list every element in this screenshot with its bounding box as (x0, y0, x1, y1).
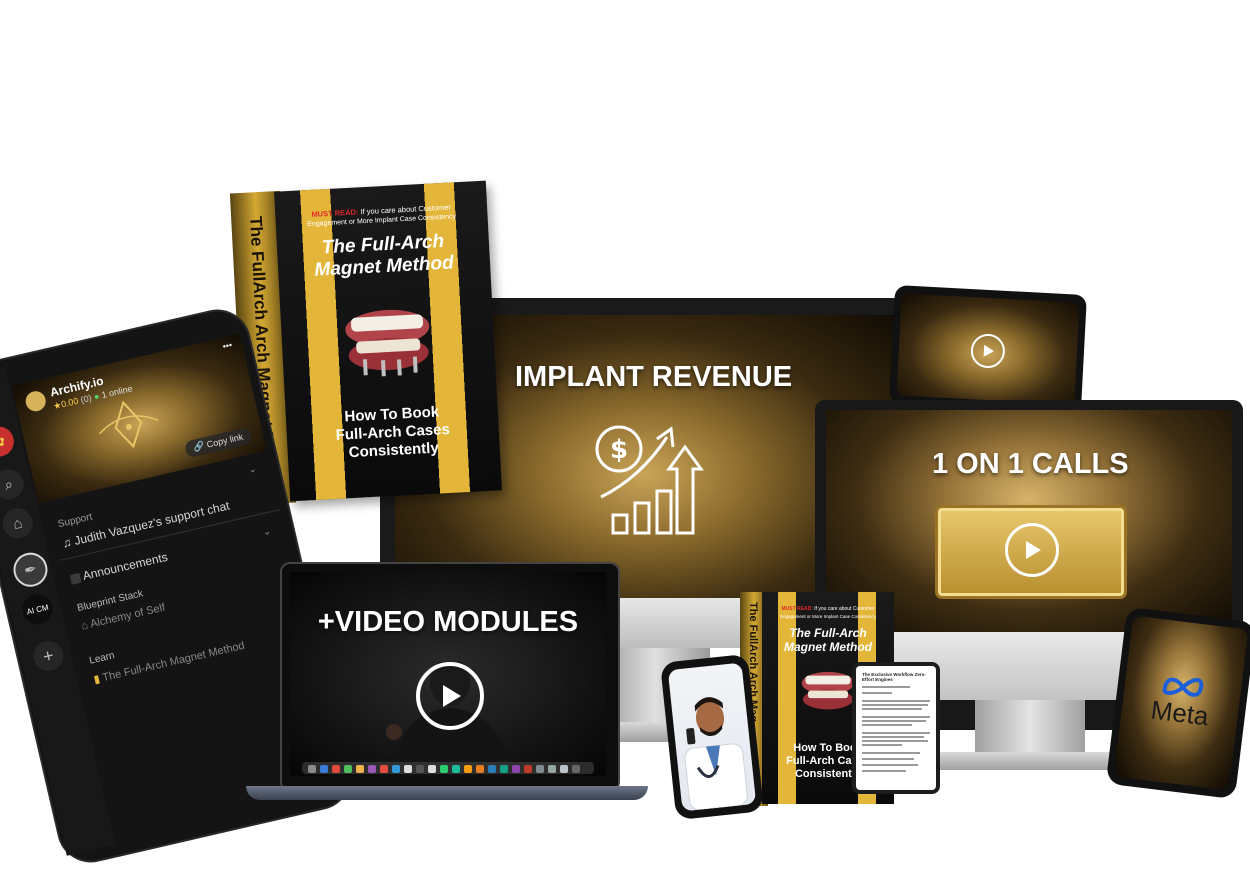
document-line (862, 752, 920, 754)
community-banner: Archify.io ★0.00 (0) ● 1 online ••• 🔗 Co… (11, 333, 267, 504)
implant-revenue-headline: IMPLANT REVENUE (515, 361, 793, 393)
document-line (862, 732, 930, 734)
document-line (862, 740, 928, 742)
document-line (862, 764, 918, 766)
document-line (862, 758, 914, 760)
play-button[interactable] (416, 662, 484, 730)
doctor-photo (684, 697, 748, 811)
meta-wordmark: Meta (1149, 694, 1211, 732)
document-line (862, 720, 926, 722)
document-title: The Exclusive Workflow Zero-Effort Engin… (862, 672, 926, 682)
document-line (862, 708, 922, 710)
learn-course-label: The Full-Arch Magnet Method (101, 639, 246, 685)
bell-icon: ♫ (60, 535, 73, 551)
document-line (862, 716, 930, 718)
ebook-cover: MUST READ: If you care about Customer En… (274, 180, 502, 502)
link-icon: 🔗 (192, 440, 206, 453)
small-ebook-title-line1: The Full-Arch (789, 626, 867, 640)
more-options-icon[interactable]: ••• (222, 340, 233, 352)
small-must-read-label: MUST READ: (781, 606, 813, 612)
document-line (862, 770, 906, 772)
copy-link-label: Copy link (205, 431, 245, 450)
revenue-growth-icon: $ (595, 425, 704, 535)
small-ebook-kicker-line2: Engagement or More Implant Case Consiste… (780, 614, 876, 619)
chevron-down-icon[interactable]: ⌄ (262, 526, 273, 539)
document-line (862, 724, 912, 726)
document-tablet-screen: The Exclusive Workflow Zero-Effort Engin… (856, 666, 936, 790)
small-ebook-title-line2: Magnet Method (784, 640, 872, 654)
document-line (862, 692, 892, 694)
svg-text:$: $ (610, 435, 628, 465)
building-icon: ⌂ (80, 619, 90, 633)
copy-link-button[interactable]: 🔗 Copy link (183, 426, 253, 459)
second-monitor-base (935, 752, 1125, 770)
announcements-label: Announcements (81, 549, 170, 583)
support-chat-item[interactable]: ♫ Judith Vazquez's support chat (61, 499, 231, 551)
dock-bar (302, 762, 594, 774)
laptop-base (246, 786, 648, 800)
chevron-down-icon[interactable]: ⌄ (247, 463, 258, 476)
one-on-one-calls-headline: 1 ON 1 CALLS (932, 448, 1129, 480)
document-line (862, 704, 928, 706)
second-monitor-stand (975, 700, 1085, 758)
meta-tablet-screen: Meta (1113, 615, 1249, 791)
must-read-label: MUST READ: (311, 207, 359, 219)
smartphone-screen (667, 662, 757, 812)
tablet-top-screen (896, 293, 1080, 405)
dental-implant-image (345, 309, 430, 377)
learn-section-label: Learn (88, 650, 116, 667)
document-line (862, 736, 924, 738)
laptop-screen: +VIDEO MODULES (290, 572, 606, 776)
learn-course-item[interactable]: ▮ The Full-Arch Magnet Method (92, 639, 246, 687)
play-icon[interactable] (1005, 523, 1059, 577)
small-ebook-kicker-rest: If you care about Customer (814, 606, 875, 612)
dock-app-icons[interactable] (302, 763, 594, 775)
megaphone-icon (69, 572, 82, 585)
rating-count: (0) (79, 392, 93, 405)
document-line (862, 700, 930, 702)
community-avatar (23, 389, 48, 414)
small-dental-implant-image (801, 671, 855, 710)
support-chat-label: Judith Vazquez's support chat (72, 498, 231, 548)
document-line (862, 744, 902, 746)
support-section-label: Support (56, 511, 94, 531)
small-ebook-kicker: MUST READ: If you care about Customer (762, 606, 894, 612)
video-modules-headline: +VIDEO MODULES (317, 606, 579, 638)
rating-value: 0.00 (60, 395, 80, 410)
ticket-graphic (938, 508, 1124, 596)
play-icon[interactable] (970, 333, 1006, 369)
course-book-icon: ▮ (92, 673, 102, 687)
online-dot-icon: ● (92, 390, 101, 402)
document-line (862, 686, 910, 688)
